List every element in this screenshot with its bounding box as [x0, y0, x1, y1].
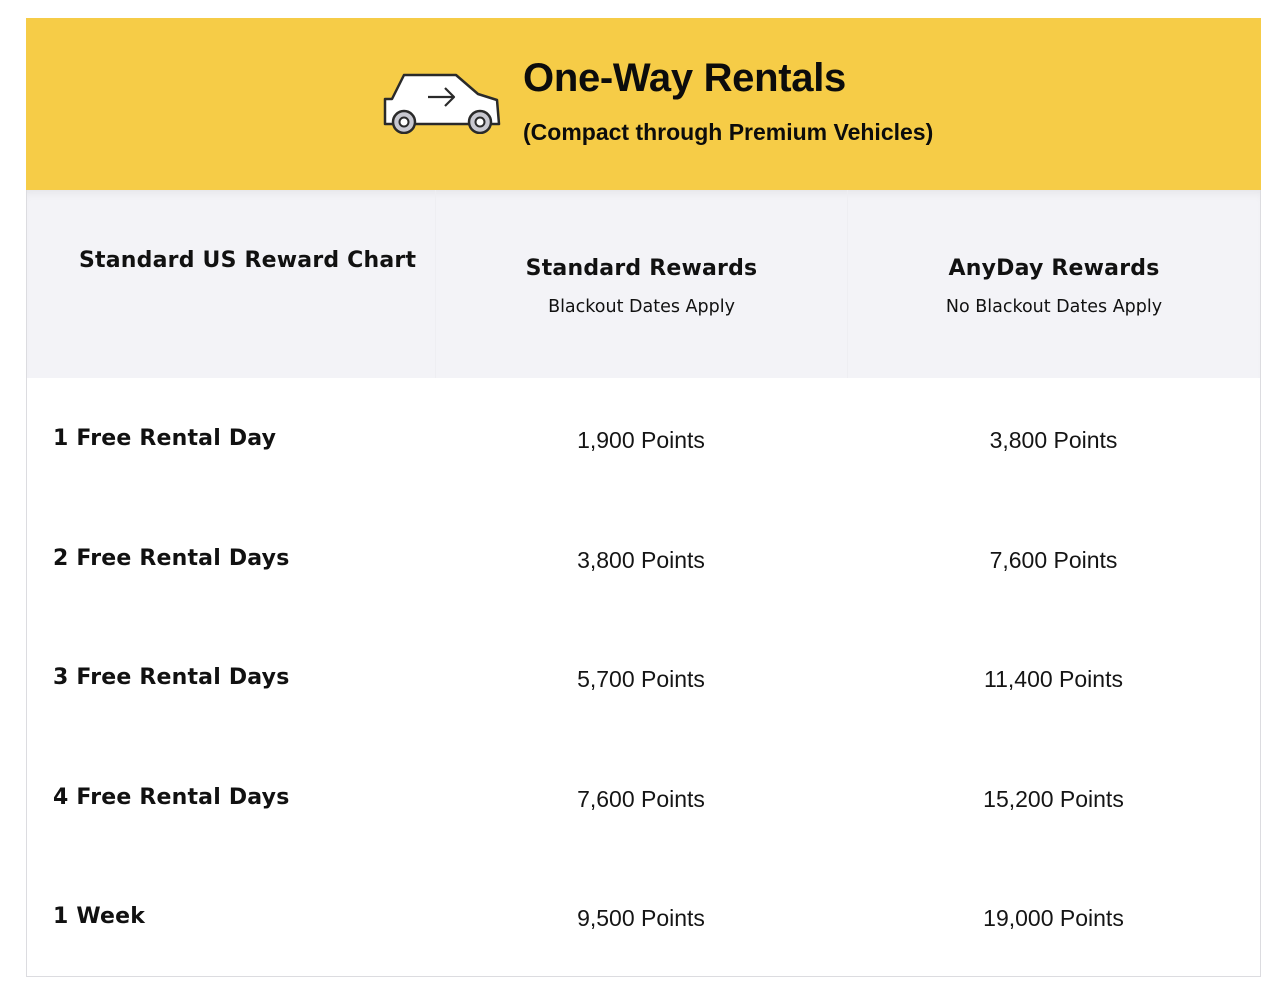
table-header: Standard US Reward Chart Standard Reward…	[27, 190, 1260, 378]
table-body: 1 Free Rental Day 1,900 Points 3,800 Poi…	[27, 378, 1260, 976]
table-row: 4 Free Rental Days 7,600 Points 15,200 P…	[27, 737, 1260, 857]
header-cell-chart-label: Standard US Reward Chart	[27, 190, 435, 378]
anyday-points: 3,800 Points	[989, 427, 1118, 453]
standard-points: 9,500 Points	[577, 905, 705, 931]
standard-points: 5,700 Points	[577, 666, 705, 692]
banner-subtitle: (Compact through Premium Vehicles)	[523, 119, 934, 145]
table-row: 1 Week 9,500 Points 19,000 Points	[27, 856, 1260, 976]
standard-points: 7,600 Points	[577, 785, 705, 812]
anyday-points: 19,000 Points	[983, 905, 1124, 931]
row-label: 2 Free Rental Days	[53, 545, 290, 571]
banner-title: One-Way Rentals	[523, 56, 846, 100]
table-row: 1 Free Rental Day 1,900 Points 3,800 Poi…	[27, 378, 1260, 498]
column-title: AnyDay Rewards	[948, 256, 1160, 281]
anyday-points: 11,400 Points	[984, 666, 1123, 692]
chart-label: Standard US Reward Chart	[79, 248, 417, 273]
column-subtitle: Blackout Dates Apply	[548, 297, 735, 317]
table-row: 2 Free Rental Days 3,800 Points 7,600 Po…	[27, 498, 1260, 618]
column-subtitle: No Blackout Dates Apply	[945, 297, 1163, 317]
reward-chart-card: One-Way Rentals (Compact through Premium…	[26, 18, 1261, 977]
column-title: Standard Rewards	[525, 256, 758, 281]
header-cell-standard-rewards: Standard Rewards Blackout Dates Apply	[435, 190, 847, 378]
banner: One-Way Rentals (Compact through Premium…	[26, 18, 1261, 190]
standard-points: 3,800 Points	[577, 546, 705, 573]
header-cell-anyday-rewards: AnyDay Rewards No Blackout Dates Apply	[847, 190, 1260, 378]
car-arrow-icon	[383, 73, 501, 134]
anyday-points: 7,600 Points	[989, 546, 1118, 573]
row-label: 1 Week	[53, 904, 146, 929]
table-row: 3 Free Rental Days 5,700 Points 11,400 P…	[27, 617, 1260, 737]
row-label: 3 Free Rental Days	[53, 665, 290, 690]
row-label: 4 Free Rental Days	[53, 784, 290, 810]
row-label: 1 Free Rental Day	[53, 426, 277, 451]
standard-points: 1,900 Points	[577, 427, 705, 453]
anyday-points: 15,200 Points	[983, 785, 1124, 812]
